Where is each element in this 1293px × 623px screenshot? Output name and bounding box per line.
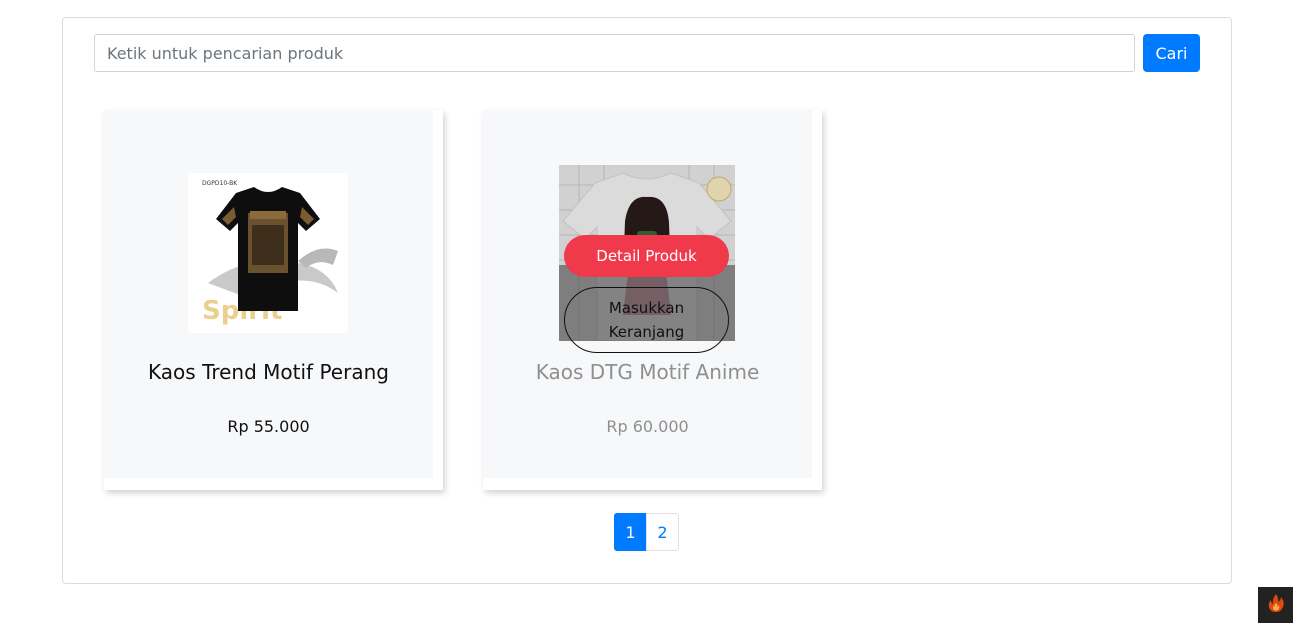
product-image-code: DGPD10-BK (202, 180, 238, 187)
add-to-cart-button[interactable]: Masukkan Keranjang (564, 287, 729, 353)
product-title: Kaos DTG Motif Anime (535, 360, 760, 384)
product-price: Rp 60.000 (606, 417, 689, 436)
product-panel: Cari Spirit DGPD10-BK (62, 17, 1232, 584)
product-title: Kaos Trend Motif Perang (148, 360, 389, 384)
product-card-body: Kaos DTG Motif Anime Rp 60.000 Detail Pr… (483, 110, 812, 478)
search-button[interactable]: Cari (1143, 34, 1200, 72)
product-price: Rp 55.000 (227, 417, 310, 436)
product-card[interactable]: Spirit DGPD10-BK Kaos Trend Motif Perang… (104, 110, 443, 490)
flame-icon (1267, 593, 1285, 617)
pagination: 1 2 (614, 513, 679, 551)
product-image: Spirit DGPD10-BK (188, 173, 348, 333)
page-link-1[interactable]: 1 (614, 513, 647, 551)
page-link-2[interactable]: 2 (646, 513, 679, 551)
debug-toolbar-toggle[interactable] (1258, 587, 1293, 623)
product-card-body: Spirit DGPD10-BK Kaos Trend Motif Perang… (104, 110, 433, 478)
search-input[interactable] (94, 34, 1135, 72)
detail-product-button[interactable]: Detail Produk (564, 235, 729, 277)
product-card[interactable]: Kaos DTG Motif Anime Rp 60.000 Detail Pr… (483, 110, 822, 490)
